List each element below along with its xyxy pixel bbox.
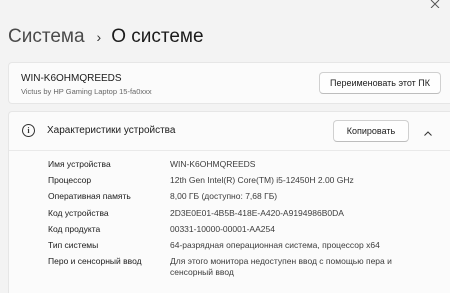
spec-value: Для этого монитора недоступен ввод с пом…: [170, 256, 392, 278]
spec-row-device-id: Код устройства 2D3E0E01-4B5B-418E-A420-A…: [48, 208, 410, 219]
device-model: Victus by HP Gaming Laptop 15-fa0xxx: [21, 87, 152, 96]
spec-value: 2D3E0E01-4B5B-418E-A420-A9194986B0DA: [170, 207, 344, 218]
spec-value: WIN-K6OHMQREEDS: [170, 159, 256, 169]
device-name: WIN-K6OHMQREEDS: [21, 73, 122, 84]
spec-row-pen-touch: Перо и сенсорный ввод Для этого монитора…: [48, 256, 410, 278]
spec-label: Имя устройства: [48, 159, 111, 169]
copy-button[interactable]: Копировать: [333, 120, 409, 142]
device-card: WIN-K6OHMQREEDS Victus by HP Gaming Lapt…: [8, 62, 450, 104]
specs-title: Характеристики устройства: [47, 125, 176, 136]
spec-label: Тип системы: [48, 239, 99, 250]
rename-pc-button[interactable]: Переименовать этот ПК: [319, 72, 441, 94]
spec-label: Оперативная память: [48, 191, 131, 202]
spec-row-product-id: Код продукта 00331-10000-00001-AA254: [48, 224, 410, 235]
page-title: О системе: [111, 26, 204, 47]
spec-label: Код продукта: [48, 223, 101, 234]
spec-row-ram: Оперативная память 8,00 ГБ (доступно: 7,…: [48, 191, 410, 202]
info-icon: i: [22, 124, 35, 137]
spec-label: Процессор: [48, 175, 92, 186]
chevron-up-icon[interactable]: [423, 126, 433, 136]
spec-label: Код устройства: [48, 207, 109, 218]
window-close-icon[interactable]: [430, 0, 442, 10]
spec-value: 12th Gen Intel(R) Core(TM) i5-12450H 2.0…: [170, 175, 354, 186]
spec-row-device-name: Имя устройства WIN-K6OHMQREEDS: [48, 159, 410, 170]
breadcrumb: Система › О системе: [8, 26, 204, 48]
spec-row-processor: Процессор 12th Gen Intel(R) Core(TM) i5-…: [48, 175, 410, 186]
device-specs-card: i Характеристики устройства Копировать И…: [8, 111, 450, 293]
spec-value: 64-разрядная операционная система, проце…: [170, 239, 380, 250]
breadcrumb-parent[interactable]: Система: [8, 26, 85, 48]
specs-header[interactable]: i Характеристики устройства Копировать: [9, 112, 450, 151]
spec-label: Перо и сенсорный ввод: [48, 256, 142, 267]
specs-table: Имя устройства WIN-K6OHMQREEDS Процессор…: [48, 159, 410, 283]
breadcrumb-separator-icon: ›: [96, 29, 102, 45]
spec-value: 8,00 ГБ (доступно: 7,68 ГБ): [170, 191, 278, 202]
spec-value: 00331-10000-00001-AA254: [170, 223, 275, 234]
spec-row-system-type: Тип системы 64-разрядная операционная си…: [48, 240, 410, 251]
